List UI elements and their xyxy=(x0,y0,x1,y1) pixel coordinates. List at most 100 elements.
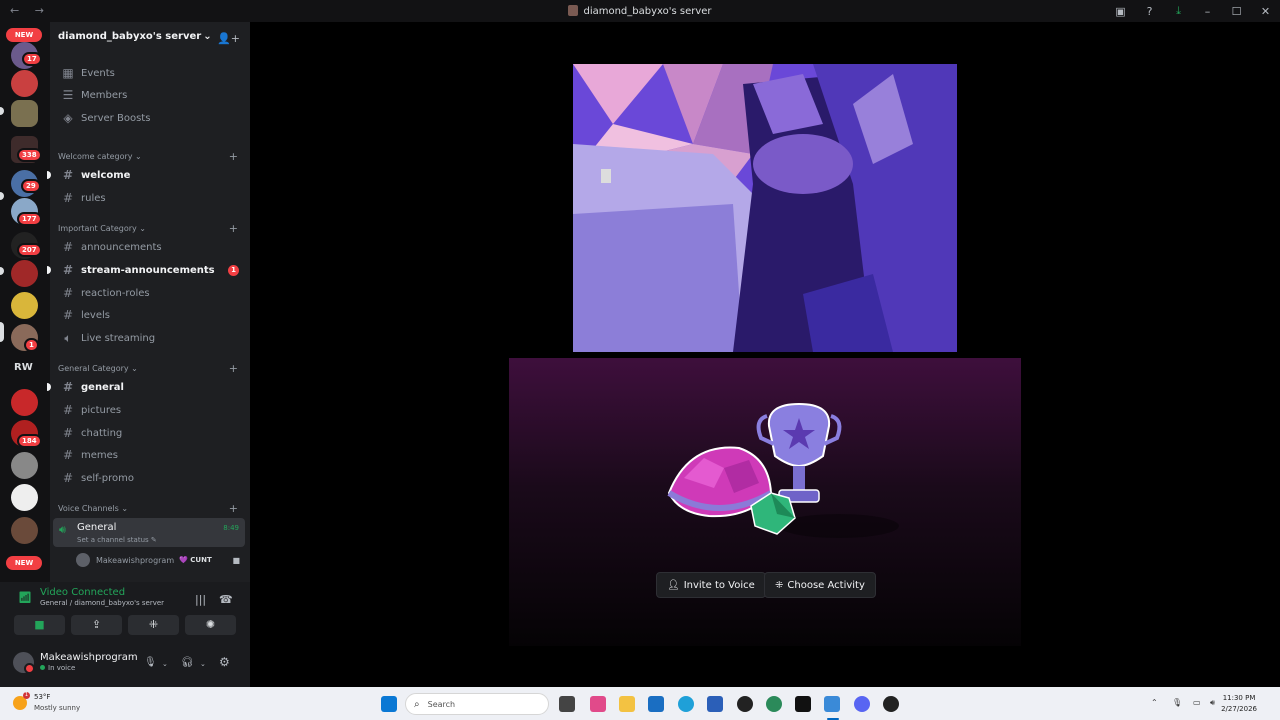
file-explorer-icon[interactable] xyxy=(619,696,635,712)
invite-to-voice-button[interactable]: 👤︎ Invite to Voice xyxy=(656,572,766,598)
copilot-icon[interactable] xyxy=(590,696,606,712)
server-icon[interactable] xyxy=(11,292,38,319)
unread-badge: 207 xyxy=(17,243,42,257)
server-icon[interactable] xyxy=(11,517,38,544)
discord-icon[interactable] xyxy=(854,696,870,712)
add-channel-icon[interactable]: + xyxy=(229,222,238,235)
camera-button[interactable]: ■ xyxy=(14,615,65,635)
unread-pip xyxy=(0,192,4,200)
app-icon[interactable] xyxy=(883,696,899,712)
add-channel-icon[interactable]: + xyxy=(229,150,238,163)
app-icon[interactable] xyxy=(795,696,811,712)
unread-badge: 29 xyxy=(21,179,41,193)
channel-status-hint[interactable]: Set a channel status ✎ xyxy=(77,536,157,544)
close-button[interactable]: ✕ xyxy=(1251,5,1280,18)
channel-chatting[interactable]: # chatting xyxy=(54,423,246,443)
settings-gear-icon[interactable]: ⚙ xyxy=(219,655,230,669)
edge-icon[interactable] xyxy=(678,696,694,712)
channel-levels[interactable]: # levels xyxy=(54,305,246,325)
maximize-button[interactable]: ☐ xyxy=(1222,5,1251,18)
task-view-icon[interactable] xyxy=(559,696,575,712)
store-icon[interactable] xyxy=(648,696,664,712)
add-person-icon: 👤︎ xyxy=(667,579,680,591)
unread-pip xyxy=(47,383,51,391)
unread-badge: 184 xyxy=(17,434,42,448)
download-icon[interactable]: ⤓ xyxy=(1164,4,1193,18)
hash-icon: # xyxy=(62,191,74,205)
channel-general[interactable]: # general xyxy=(47,377,246,397)
app-icon[interactable] xyxy=(766,696,782,712)
members-item[interactable]: ☰ Members xyxy=(54,85,246,105)
hash-icon: # xyxy=(62,263,74,277)
events-item[interactable]: ▦ Events xyxy=(54,63,246,83)
channel-stream-announcements[interactable]: # stream-announcements 1 xyxy=(47,260,246,280)
channel-pictures[interactable]: # pictures xyxy=(54,400,246,420)
hash-icon: # xyxy=(62,308,74,322)
members-icon: ☰ xyxy=(62,88,74,102)
disconnect-icon[interactable]: ☎︎ xyxy=(219,593,233,606)
voice-location[interactable]: General / diamond_babyxo's server xyxy=(40,599,164,607)
channel-announcements[interactable]: # announcements xyxy=(54,237,246,257)
speaker-icon: 🔈︎ xyxy=(64,330,72,345)
channel-rules[interactable]: # rules xyxy=(54,188,246,208)
signal-icon[interactable]: 📶︎ xyxy=(18,591,32,604)
category-general[interactable]: General Category ⌄ + xyxy=(58,362,242,375)
voice-channel-general[interactable]: 🔊︎ General Set a channel status ✎ 8:49 xyxy=(53,518,245,547)
soundboard-button[interactable]: ✺ xyxy=(185,615,236,635)
server-icon[interactable] xyxy=(11,389,38,416)
app-icon[interactable] xyxy=(824,696,840,712)
alienware-icon[interactable] xyxy=(737,696,753,712)
choose-activity-button[interactable]: ⁜ Choose Activity xyxy=(764,572,876,598)
chevron-down-icon[interactable]: ⌄ xyxy=(200,660,206,668)
channel-memes[interactable]: # memes xyxy=(54,445,246,465)
add-channel-icon[interactable]: + xyxy=(229,502,238,515)
server-name-header[interactable]: diamond_babyxo's server ⌄ xyxy=(58,31,212,42)
server-boosts-item[interactable]: ◈ Server Boosts xyxy=(54,108,246,128)
server-rw[interactable]: RW xyxy=(14,362,33,373)
speaker-icon: 🔊︎ xyxy=(59,523,66,536)
network-icon[interactable]: ▭ xyxy=(1193,698,1201,707)
channel-live-streaming[interactable]: 🔈︎ Live streaming xyxy=(54,328,246,348)
category-important[interactable]: Important Category ⌄ + xyxy=(58,222,242,235)
inbox-icon[interactable]: ▣ xyxy=(1106,5,1135,18)
weather-description[interactable]: Mostly sunny xyxy=(34,704,80,712)
microphone-icon[interactable]: 🎙︎ xyxy=(1172,698,1182,707)
activity-button[interactable]: ⁜ xyxy=(128,615,179,635)
server-icon[interactable] xyxy=(11,260,38,287)
voice-panel: 📶︎ Video Connected General / diamond_bab… xyxy=(0,582,250,687)
channel-reaction-roles[interactable]: # reaction-roles xyxy=(54,283,246,303)
unread-pip xyxy=(47,266,51,274)
server-icon[interactable] xyxy=(11,484,38,511)
category-welcome[interactable]: Welcome category ⌄ + xyxy=(58,150,242,163)
voice-channel-name: General xyxy=(77,522,117,533)
voice-participant[interactable]: Makeawishprogram 💜 CUNT ■ xyxy=(76,553,246,567)
user-name[interactable]: Makeawishprogram xyxy=(40,652,138,663)
chevron-down-icon[interactable]: ⌄ xyxy=(162,660,168,668)
taskbar-search[interactable]: ⌕ Search xyxy=(405,693,549,715)
weather-temp[interactable]: 53°F xyxy=(34,693,50,701)
add-channel-icon[interactable]: + xyxy=(229,362,238,375)
minimize-button[interactable]: – xyxy=(1193,5,1222,18)
headphones-icon[interactable]: 🎧︎ xyxy=(181,657,194,668)
user-status: In voice xyxy=(40,664,75,672)
screen-share-button[interactable]: ⇪ xyxy=(71,615,122,635)
microphone-icon[interactable]: 🎙︎ xyxy=(144,657,157,668)
server-icon[interactable] xyxy=(11,452,38,479)
avatar[interactable] xyxy=(13,652,35,674)
app-icon[interactable] xyxy=(707,696,723,712)
voice-status[interactable]: Video Connected xyxy=(40,587,125,598)
noise-suppression-icon[interactable]: ||| xyxy=(195,593,206,606)
system-clock[interactable]: 11:30 PM 2/27/2026 xyxy=(1221,693,1257,715)
category-voice[interactable]: Voice Channels ⌄ + xyxy=(58,502,242,515)
unread-badge: 1 xyxy=(24,338,39,352)
chevron-up-icon[interactable]: ⌃ xyxy=(1151,698,1158,707)
invite-people-icon[interactable]: 👤+ xyxy=(217,32,240,45)
channel-self-promo[interactable]: # self-promo xyxy=(54,468,246,488)
server-icon[interactable] xyxy=(11,70,38,97)
server-icon[interactable] xyxy=(11,100,38,127)
video-feed[interactable] xyxy=(573,64,957,352)
channel-welcome[interactable]: # welcome xyxy=(47,165,246,185)
volume-icon[interactable]: 🔊︎ xyxy=(1210,698,1215,708)
start-icon[interactable] xyxy=(381,696,397,712)
help-icon[interactable]: ? xyxy=(1135,5,1164,18)
